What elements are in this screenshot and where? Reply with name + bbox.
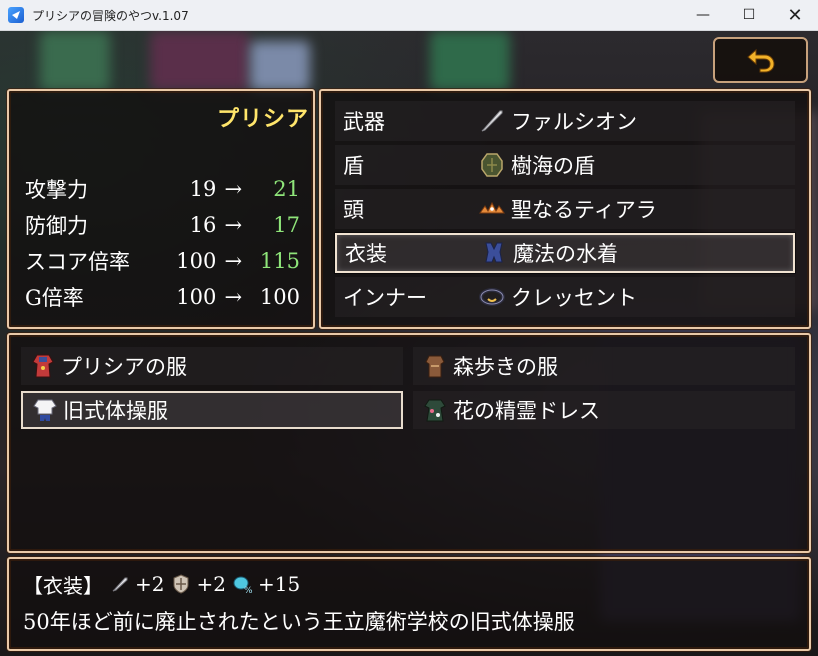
equip-slot-inner[interactable]: インナー クレッセント (335, 277, 795, 317)
equip-slot-weapon[interactable]: 武器 ファルシオン (335, 101, 795, 141)
swimsuit-icon (477, 238, 511, 268)
slot-item: 聖なるティアラ (511, 198, 657, 222)
stat-new: 115 (259, 249, 300, 273)
back-button[interactable] (713, 37, 808, 83)
equip-slot-panel: 武器 ファルシオン 盾 樹海の盾 頭 聖なるティアラ 衣装 魔法の水着 インナー… (319, 89, 811, 329)
stat-row-defense: 防御力 16 → 17 (25, 207, 300, 243)
minimize-button[interactable]: — (680, 0, 726, 31)
stat-current: 100 (176, 285, 217, 309)
game-viewport: プリシア 攻撃力 19 → 21 防御力 16 → 17 スコア倍率 100 →… (0, 31, 818, 656)
item-forest-clothes[interactable]: 森歩きの服 (413, 347, 795, 385)
return-arrow-icon (746, 48, 775, 73)
background-tile (40, 31, 110, 91)
flower-dress-icon (417, 394, 453, 426)
stat-current: 16 (189, 213, 217, 237)
slot-item: 魔法の水着 (513, 242, 618, 266)
item-name: プリシアの服 (61, 355, 187, 379)
help-description: 50年ほど前に廃止されたという王立魔術学校の旧式体操服 (23, 610, 575, 634)
svg-text:%: % (244, 586, 253, 595)
slot-label: インナー (343, 286, 427, 310)
forest-clothes-icon (417, 350, 453, 382)
actor-name: プリシア (216, 106, 309, 132)
slot-item: ファルシオン (511, 110, 637, 134)
stat-current: 19 (189, 177, 217, 201)
maximize-button[interactable]: ☐ (726, 0, 772, 31)
slot-item: 樹海の盾 (511, 154, 595, 178)
stat-current: 100 (176, 249, 217, 273)
equip-slot-shield[interactable]: 盾 樹海の盾 (335, 145, 795, 185)
slot-item: クレッセント (511, 286, 637, 310)
defense-icon (170, 573, 192, 595)
arrow-icon: → (224, 249, 243, 273)
window-titlebar: プリシアの冒険のやつv.1.07 — ☐ ✕ (0, 0, 818, 31)
window-title: プリシアの冒険のやつv.1.07 (32, 8, 189, 23)
background-tile (250, 41, 310, 91)
item-name: 森歩きの服 (453, 355, 558, 379)
shield-icon (475, 150, 509, 180)
score-rate-icon: % (232, 573, 254, 595)
arrow-icon: → (224, 177, 243, 201)
help-score-bonus: +15 (257, 572, 301, 596)
stat-new: 17 (273, 213, 300, 237)
slot-label: 盾 (343, 154, 364, 178)
arrow-icon: → (224, 213, 243, 237)
stat-row-attack: 攻撃力 19 → 21 (25, 171, 300, 207)
stat-label: 攻撃力 (25, 178, 88, 202)
close-button[interactable]: ✕ (772, 0, 818, 31)
item-list-panel: プリシアの服 森歩きの服 旧式体操服 花の精霊ドレス (7, 333, 811, 553)
stat-label: G倍率 (25, 286, 84, 310)
stat-new: 21 (273, 177, 300, 201)
actor-status-panel: プリシア 攻撃力 19 → 21 防御力 16 → 17 スコア倍率 100 →… (7, 89, 315, 329)
help-category: 【衣装】 (23, 573, 103, 598)
help-attack-bonus: +2 (135, 572, 165, 596)
slot-label: 頭 (343, 198, 364, 222)
item-old-gym-uniform[interactable]: 旧式体操服 (21, 391, 403, 429)
dress-red-icon (25, 350, 61, 382)
slot-label: 武器 (343, 110, 385, 134)
help-bonus-line: 【衣装】 +2 +2 % +15 (23, 567, 300, 601)
attack-icon (109, 573, 131, 595)
stat-new: 100 (259, 285, 300, 309)
tiara-icon (475, 194, 509, 224)
stat-row-gold-rate: G倍率 100 → 100 (25, 279, 300, 315)
equip-slot-head[interactable]: 頭 聖なるティアラ (335, 189, 795, 229)
background-tile (150, 31, 250, 91)
sword-icon (475, 106, 509, 136)
item-flower-spirit-dress[interactable]: 花の精霊ドレス (413, 391, 795, 429)
item-name: 旧式体操服 (63, 399, 168, 423)
arrow-icon: → (224, 285, 243, 309)
slot-label: 衣装 (345, 242, 387, 266)
item-name: 花の精霊ドレス (453, 399, 600, 423)
stat-row-score-rate: スコア倍率 100 → 115 (25, 243, 300, 279)
stat-label: スコア倍率 (25, 250, 130, 274)
stat-label: 防御力 (25, 214, 88, 238)
help-defense-bonus: +2 (196, 572, 226, 596)
equip-slot-costume[interactable]: 衣装 魔法の水着 (335, 233, 795, 273)
item-priscilla-clothes[interactable]: プリシアの服 (21, 347, 403, 385)
app-icon (8, 7, 24, 23)
ring-icon (475, 282, 509, 312)
background-tile (430, 31, 510, 91)
gym-uniform-icon (27, 394, 63, 426)
help-panel: 【衣装】 +2 +2 % +15 50年ほど前に廃止されたという王立魔術学校の旧… (7, 557, 811, 651)
